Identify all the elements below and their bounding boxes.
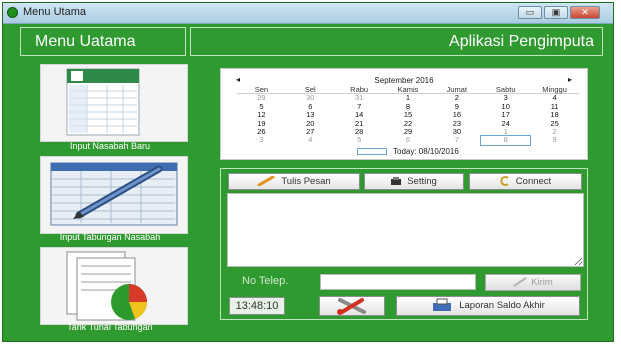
laporan-saldo-akhir-label: Laporan Saldo Akhir	[459, 300, 545, 311]
window-title: Menu Utama	[23, 6, 86, 18]
tarik-tunai-tabungan-label: Tarik Tunai Tabungan	[67, 322, 153, 332]
pencil-icon	[257, 176, 275, 187]
title-bar: Menu Utama ▭ ▣ ✕	[3, 3, 613, 24]
laporan-saldo-akhir-button[interactable]: Laporan Saldo Akhir	[396, 296, 580, 316]
pen-ledger-icon	[50, 162, 178, 226]
send-pen-icon	[513, 277, 527, 288]
printer-icon	[391, 176, 402, 185]
pie-chart-report-icon	[66, 251, 148, 321]
phone-label: No Telep.	[242, 275, 289, 287]
tools-icon	[337, 298, 366, 315]
kirim-label: Kirim	[531, 277, 553, 288]
close-button[interactable]: ✕	[570, 6, 600, 19]
kirim-button[interactable]: Kirim	[485, 274, 581, 291]
calendar-day[interactable]: 3	[237, 135, 286, 144]
connect-button[interactable]: Connect	[469, 173, 582, 190]
calendar-day[interactable]: 5	[335, 135, 384, 144]
tulis-pesan-button[interactable]: Tulis Pesan	[228, 173, 360, 190]
tools-button[interactable]	[319, 296, 385, 316]
app-title: Aplikasi Pengimputa	[190, 27, 603, 56]
connect-icon	[500, 176, 509, 187]
calendar-day[interactable]: 7	[432, 135, 481, 144]
minimize-button[interactable]: ▭	[518, 6, 542, 19]
spreadsheet-document-icon	[66, 68, 140, 136]
phone-input[interactable]	[320, 274, 476, 290]
tulis-pesan-label: Tulis Pesan	[281, 176, 331, 187]
input-nasabah-baru-label: Input Nasabah Baru	[69, 141, 151, 151]
calendar-day[interactable]: 9	[530, 135, 579, 144]
report-printer-icon	[433, 298, 452, 312]
clock-display: 13:48:10	[229, 297, 285, 315]
setting-button[interactable]: Setting	[364, 173, 464, 190]
calendar: ◂ September 2016 ▸ Sen Sel Rabu Kamis Ju…	[220, 68, 588, 160]
calendar-month-label: September 2016	[374, 76, 434, 85]
today-marker	[357, 148, 387, 155]
message-textarea[interactable]	[227, 193, 584, 267]
connect-label: Connect	[515, 176, 552, 187]
setting-label: Setting	[407, 176, 437, 187]
maximize-button[interactable]: ▣	[544, 6, 568, 19]
calendar-day-today[interactable]: 8	[480, 135, 532, 146]
calendar-day[interactable]: 6	[384, 135, 433, 144]
tarik-tunai-tabungan-button[interactable]	[40, 247, 188, 325]
today-link[interactable]: Today: 08/10/2016	[393, 147, 459, 156]
calendar-week: 3 4 5 6 7 8 9	[237, 135, 579, 146]
input-nasabah-baru-button[interactable]	[40, 64, 188, 142]
input-tabungan-nasabah-label: Input Tabungan Nasabah	[59, 232, 161, 242]
menu-title: Menu Uatama	[20, 27, 186, 56]
calendar-day[interactable]: 4	[286, 135, 335, 144]
input-tabungan-nasabah-button[interactable]	[40, 156, 188, 234]
calendar-next-button[interactable]: ▸	[568, 75, 572, 84]
app-icon	[7, 7, 18, 18]
calendar-grid: Sen Sel Rabu Kamis Jumat Sabtu Minggu 29…	[237, 85, 580, 146]
